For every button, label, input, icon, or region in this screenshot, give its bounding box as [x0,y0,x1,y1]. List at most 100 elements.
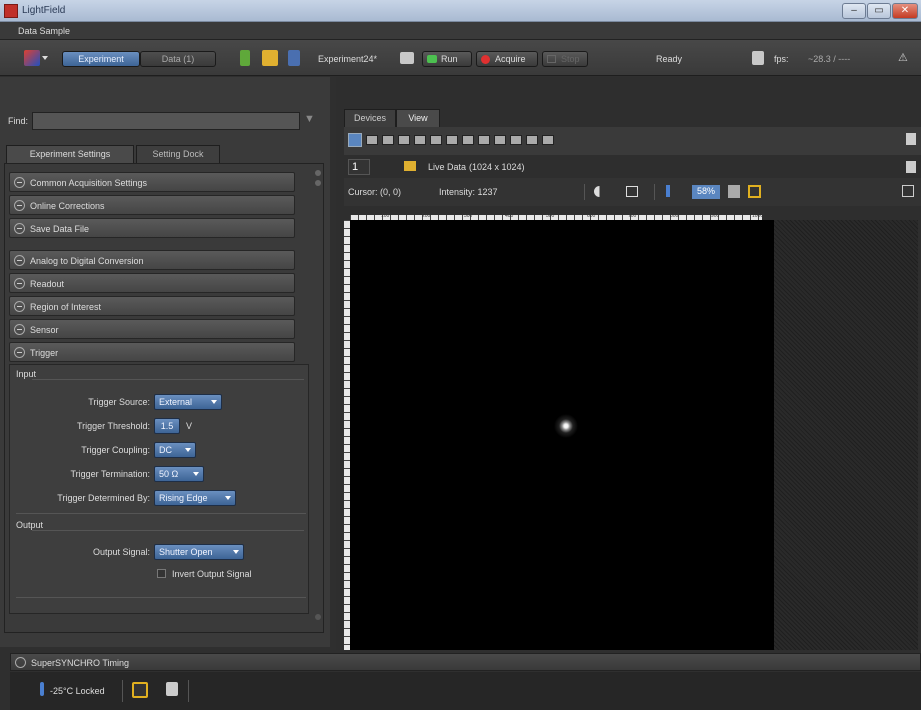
ruler-tick-label: 400 [505,213,514,219]
folder-icon[interactable] [404,161,416,171]
zoom-level[interactable]: 58% [692,185,720,199]
scrollbar[interactable] [315,170,321,620]
open-folder-icon[interactable] [262,50,278,66]
collapse-icon [14,301,25,312]
intensity-readout: Intensity: 1237 [439,187,498,197]
output-signal-value: Shutter Open [159,547,213,557]
hand-icon[interactable] [166,682,178,696]
layout-icon[interactable] [526,135,538,145]
alert-icon[interactable]: ⚠ [898,51,908,64]
trigger-coupling-label: Trigger Coupling: [81,445,150,455]
fit-height-icon[interactable] [728,185,740,198]
trigger-determined-dropdown[interactable]: Rising Edge [154,490,236,506]
ruler-tick-label: 900 [711,213,720,219]
minimize-button[interactable]: – [842,3,866,19]
input-heading: Input [16,369,37,379]
invert-output-label: Invert Output Signal [172,569,252,579]
collapse-icon [14,324,25,335]
layout-icon[interactable] [462,135,474,145]
section-common-acquisition[interactable]: Common Acquisition Settings [9,172,295,192]
scroll-pin-icon[interactable] [315,180,321,186]
tab-setting-dock[interactable]: Setting Dock [136,145,220,163]
find-input[interactable] [32,112,300,130]
app-menu-icon[interactable] [24,50,40,66]
tab-experiment[interactable]: Experiment [62,51,140,67]
region-icon[interactable] [626,186,638,197]
chevron-down-icon [193,472,199,476]
run-button[interactable]: Run [422,51,472,67]
layout-icon[interactable] [494,135,506,145]
layout-icon[interactable] [510,135,522,145]
chevron-down-icon [211,400,217,404]
ruler-tick-label: 100 [381,213,390,219]
layout-icon[interactable] [366,135,378,145]
tab-experiment-settings[interactable]: Experiment Settings [6,145,134,163]
maximize-button[interactable]: ▭ [867,3,891,19]
tab-data[interactable]: Data (1) [140,51,216,67]
collapse-icon [14,177,25,188]
right-panel: Devices View 1 Live Data (1024 x 1024) C… [336,77,921,650]
trigger-coupling-dropdown[interactable]: DC [154,442,196,458]
layout-icon[interactable] [542,135,554,145]
acquire-label: Acquire [495,54,526,64]
layout-icon[interactable] [382,135,394,145]
output-signal-dropdown[interactable]: Shutter Open [154,544,244,560]
trigger-threshold-input[interactable]: 1.5 [154,418,180,434]
section-trigger[interactable]: Trigger [9,342,295,362]
invert-output-checkbox[interactable] [157,569,166,578]
calculator-icon[interactable] [752,51,764,65]
section-sensor[interactable]: Sensor [9,319,295,339]
save-icon[interactable] [288,50,300,66]
close-button[interactable]: ✕ [892,3,918,19]
divider [584,184,585,200]
layout-icon[interactable] [446,135,458,145]
divider [654,184,655,200]
view-options-icon[interactable] [902,185,914,197]
section-online-corrections[interactable]: Online Corrections [9,195,295,215]
collapse-icon [14,200,25,211]
output-heading: Output [16,520,44,530]
save-view-icon[interactable] [906,133,916,145]
out-of-bounds-area [774,220,918,650]
export-icon[interactable] [906,161,916,173]
run-icon [427,55,437,63]
clock-icon[interactable] [132,682,148,698]
layout-icon[interactable] [430,135,442,145]
trigger-source-dropdown[interactable]: External [154,394,222,410]
flask-icon[interactable] [240,50,250,66]
layout-icon[interactable] [478,135,490,145]
signal-spot [554,414,578,438]
section-supersynchro[interactable]: SuperSYNCHRO Timing [10,653,921,671]
filter-icon[interactable]: ▼ [304,113,315,125]
frame-index[interactable]: 1 [348,159,370,175]
divider [32,379,304,380]
chevron-down-icon [185,448,191,452]
scroll-down-icon[interactable] [315,614,321,620]
contrast-icon[interactable] [594,186,605,197]
tab-view[interactable]: View [396,109,440,127]
divider [122,680,123,702]
tab-devices[interactable]: Devices [344,109,396,127]
image-view[interactable] [350,220,918,650]
layout-icon[interactable] [414,135,426,145]
chevron-down-icon [233,550,239,554]
divider [16,513,306,514]
fit-all-icon[interactable] [748,185,761,198]
expand-icon [15,657,26,668]
trigger-threshold-label: Trigger Threshold: [76,421,150,431]
layout-icon[interactable] [398,135,410,145]
chevron-down-icon[interactable] [42,56,48,60]
section-save-data-file[interactable]: Save Data File [9,218,295,238]
section-region-of-interest[interactable]: Region of Interest [9,296,295,316]
layout-single-icon[interactable] [348,133,362,147]
stop-button[interactable]: Stop [542,51,588,67]
find-label: Find: [8,116,29,126]
section-adc[interactable]: Analog to Digital Conversion [9,250,295,270]
trigger-termination-dropdown[interactable]: 50 Ω [154,466,204,482]
chevron-down-icon [225,496,231,500]
acquire-button[interactable]: Acquire [476,51,538,67]
pointer-icon[interactable] [666,185,670,197]
camera-icon[interactable] [400,52,414,64]
section-readout[interactable]: Readout [9,273,295,293]
scroll-up-icon[interactable] [315,170,321,176]
